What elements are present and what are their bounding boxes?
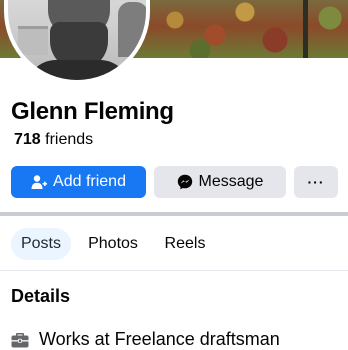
avatar-background-building xyxy=(18,26,48,55)
more-options-icon: ··· xyxy=(307,174,325,190)
tab-posts[interactable]: Posts xyxy=(11,228,71,260)
tab-photos[interactable]: Photos xyxy=(80,228,146,260)
add-friend-label: Add friend xyxy=(53,173,126,190)
briefcase-icon xyxy=(11,332,29,348)
profile-name: Glenn Fleming xyxy=(11,98,174,125)
avatar-shirt xyxy=(26,60,130,80)
friends-count-number: 718 xyxy=(14,131,41,148)
tab-reels[interactable]: Reels xyxy=(158,228,212,260)
avatar-background-tree xyxy=(118,2,146,57)
details-item-work: Works at Freelance draftsman xyxy=(11,329,280,350)
messenger-icon xyxy=(177,174,193,190)
message-label: Message xyxy=(198,173,264,190)
add-friend-button[interactable]: Add friend xyxy=(11,166,146,198)
section-divider xyxy=(0,212,348,216)
profile-avatar[interactable] xyxy=(4,0,150,84)
message-button[interactable]: Message xyxy=(154,166,286,198)
add-friend-icon xyxy=(31,174,48,190)
avatar-photo xyxy=(8,0,146,80)
profile-tabs: Posts Photos Reels xyxy=(0,228,348,260)
cover-pole xyxy=(303,0,308,58)
friends-count-label: friends xyxy=(45,131,94,148)
more-options-button[interactable]: ··· xyxy=(294,166,338,198)
details-heading: Details xyxy=(11,286,71,306)
tabs-separator xyxy=(0,270,348,271)
friends-count[interactable]: 718 friends xyxy=(14,131,93,149)
details-item-work-text: Works at Freelance draftsman xyxy=(39,329,280,349)
